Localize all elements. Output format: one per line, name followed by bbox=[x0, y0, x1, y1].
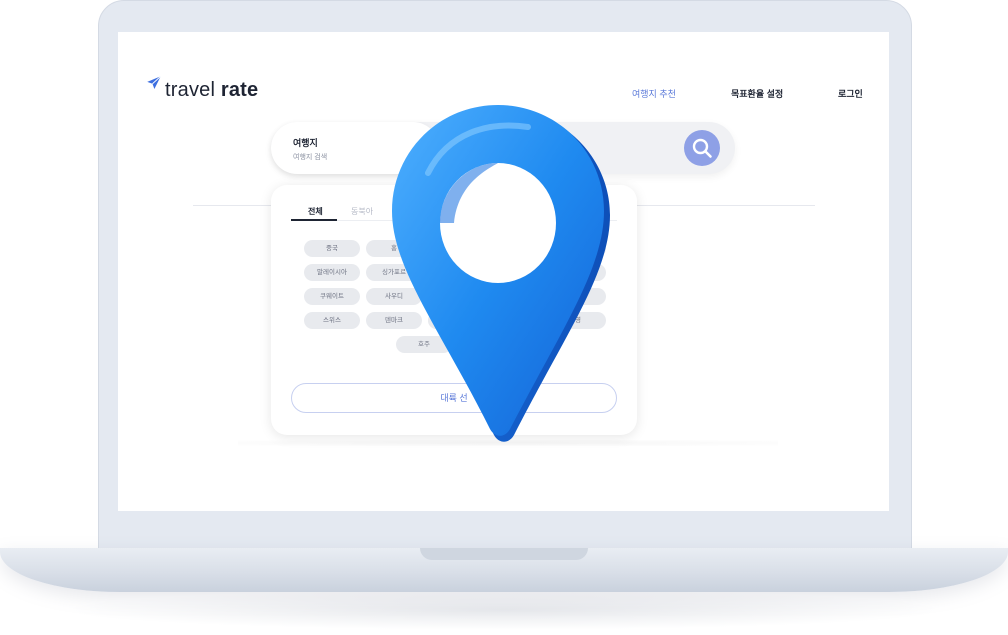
country-chip[interactable]: 스위스 bbox=[304, 312, 360, 329]
laptop-shadow bbox=[60, 590, 948, 630]
destination-placeholder: 여행지 검색 bbox=[293, 154, 328, 161]
nav-recommend[interactable]: 여행지 추천 bbox=[632, 87, 676, 100]
tab-active-underline bbox=[291, 219, 337, 221]
nav-login[interactable]: 로그인 bbox=[838, 87, 863, 100]
logo-text-bold: rate bbox=[220, 79, 259, 101]
logo-text-light: travel bbox=[165, 79, 221, 101]
country-chip[interactable]: 쿠웨이트 bbox=[304, 288, 360, 305]
tab-northeast-asia[interactable]: 동북아 bbox=[351, 206, 373, 217]
laptop-base-notch bbox=[420, 548, 588, 560]
country-chip[interactable]: 중국 bbox=[304, 240, 360, 257]
nav-target-rate[interactable]: 목표환율 설정 bbox=[731, 87, 783, 100]
airplane-icon bbox=[147, 75, 162, 89]
logo[interactable]: travel rate bbox=[145, 74, 258, 102]
search-icon bbox=[692, 138, 712, 158]
tab-all[interactable]: 전체 bbox=[308, 206, 323, 217]
location-pin-icon bbox=[392, 105, 610, 442]
search-button[interactable] bbox=[684, 130, 720, 166]
country-chip[interactable]: 말레이시아 bbox=[304, 264, 360, 281]
logo-text: travel rate bbox=[165, 79, 258, 102]
destination-label: 여행지 bbox=[293, 138, 318, 148]
